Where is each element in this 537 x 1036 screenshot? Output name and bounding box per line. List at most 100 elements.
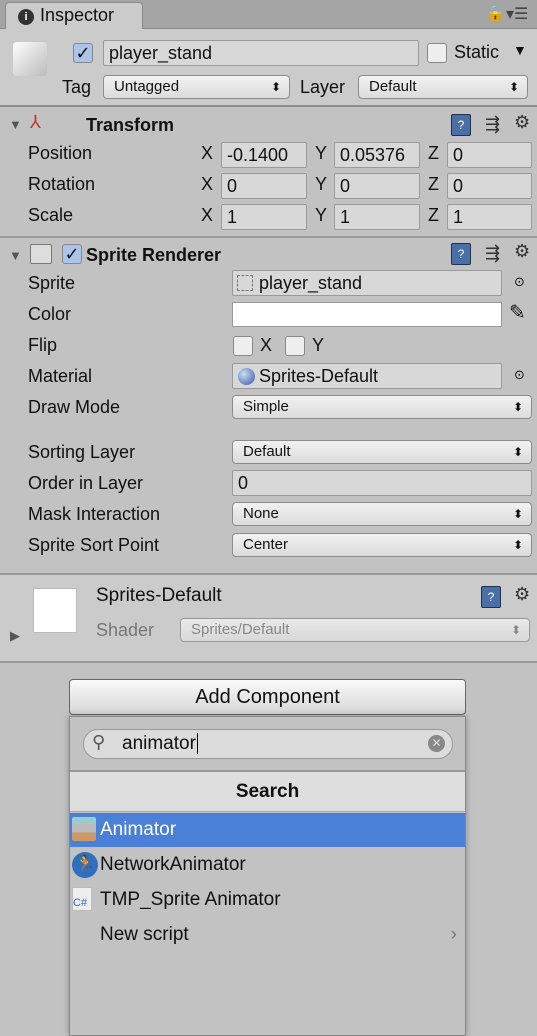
sprite-icon bbox=[237, 275, 253, 291]
flip-label: Flip bbox=[28, 335, 58, 355]
object-name-input[interactable]: player_stand bbox=[103, 40, 419, 66]
axis-label: X bbox=[201, 143, 214, 163]
static-dropdown-arrow[interactable]: ▼ bbox=[513, 42, 527, 58]
scale-z-input[interactable]: 1 bbox=[447, 204, 532, 230]
tag-label: Tag bbox=[62, 77, 92, 97]
static-label: Static bbox=[454, 42, 500, 62]
transform-scale-label: Scale bbox=[28, 205, 74, 225]
search-text: animator bbox=[122, 733, 196, 754]
lock-icon[interactable]: 🔒 bbox=[486, 4, 505, 22]
material-label: Material bbox=[28, 366, 93, 386]
cube-icon bbox=[13, 42, 47, 76]
item-label: Animator bbox=[100, 819, 177, 840]
axis-label: Z bbox=[428, 205, 439, 225]
sprite-label: Sprite bbox=[28, 273, 76, 293]
csharp-script-icon: C# bbox=[72, 887, 92, 911]
transform-position-label: Position bbox=[28, 143, 93, 163]
scale-x-input[interactable]: 1 bbox=[221, 204, 307, 230]
axis-label: Z bbox=[428, 143, 439, 163]
sprite-field[interactable]: player_stand bbox=[232, 270, 502, 296]
component-title: Sprite Renderer bbox=[86, 245, 222, 265]
color-label: Color bbox=[28, 304, 72, 324]
foldout-transform[interactable]: ▼ bbox=[9, 117, 22, 132]
component-item-tmp-sprite-animator[interactable]: C# TMP_Sprite Animator bbox=[70, 883, 465, 917]
component-item-new-script[interactable]: New script › bbox=[70, 918, 465, 952]
mask-interaction-label: Mask Interaction bbox=[28, 504, 161, 524]
material-preview bbox=[33, 588, 77, 633]
flip-x-label: X bbox=[260, 335, 273, 355]
tag-dropdown[interactable]: Untagged bbox=[103, 75, 290, 99]
item-label: NetworkAnimator bbox=[100, 854, 246, 875]
flip-y-checkbox[interactable] bbox=[285, 336, 305, 356]
axis-label: Y bbox=[315, 143, 328, 163]
animator-icon bbox=[72, 817, 96, 841]
axis-label: Z bbox=[428, 174, 439, 194]
rotation-y-input[interactable]: 0 bbox=[334, 173, 420, 199]
foldout-sprite-renderer[interactable]: ▼ bbox=[9, 248, 22, 263]
help-icon[interactable]: ? bbox=[481, 586, 501, 608]
shader-label: Shader bbox=[96, 620, 155, 640]
gear-icon[interactable]: ⚙ bbox=[514, 241, 530, 262]
transform-rotation-label: Rotation bbox=[28, 174, 96, 194]
component-item-animator[interactable]: Animator bbox=[70, 813, 465, 847]
help-icon[interactable]: ? bbox=[451, 114, 471, 136]
search-icon: ⚲ bbox=[92, 732, 106, 752]
preset-icon[interactable]: ⇶ bbox=[485, 243, 500, 264]
color-swatch[interactable] bbox=[232, 302, 502, 327]
sorting-layer-dropdown[interactable]: Default bbox=[232, 440, 532, 464]
layer-dropdown[interactable]: Default bbox=[358, 75, 528, 99]
axis-label: X bbox=[201, 205, 214, 225]
clear-search-icon[interactable]: ✕ bbox=[428, 735, 445, 752]
order-in-layer-label: Order in Layer bbox=[28, 473, 144, 493]
chevron-right-icon: › bbox=[450, 924, 457, 945]
sprite-sort-point-dropdown[interactable]: Center bbox=[232, 533, 532, 557]
axis-label: Y bbox=[315, 205, 328, 225]
flip-y-label: Y bbox=[312, 335, 325, 355]
material-icon bbox=[238, 368, 255, 385]
axis-label: X bbox=[201, 174, 214, 194]
divider bbox=[0, 236, 537, 238]
network-animator-icon: 🏃 bbox=[72, 852, 98, 878]
draw-mode-dropdown[interactable]: Simple bbox=[232, 395, 532, 419]
eyedropper-icon[interactable]: ✎ bbox=[509, 300, 526, 325]
info-icon: i bbox=[18, 9, 34, 25]
scale-y-input[interactable]: 1 bbox=[334, 204, 420, 230]
position-x-input[interactable]: -0.1400 bbox=[221, 142, 307, 168]
shader-dropdown[interactable]: Sprites/Default bbox=[180, 618, 530, 642]
position-y-input[interactable]: 0.05376 bbox=[334, 142, 420, 168]
rotation-z-input[interactable]: 0 bbox=[447, 173, 532, 199]
material-field[interactable]: Sprites-Default bbox=[232, 363, 502, 389]
order-in-layer-input[interactable]: 0 bbox=[232, 470, 532, 496]
sprite-renderer-enabled-checkbox[interactable]: ✓ bbox=[62, 244, 82, 264]
text-cursor bbox=[196, 733, 198, 754]
menu-icon[interactable]: ▾☰ bbox=[506, 4, 528, 24]
foldout-material[interactable]: ▶ bbox=[10, 628, 20, 644]
item-label: TMP_Sprite Animator bbox=[100, 889, 281, 910]
component-search-input[interactable]: animator bbox=[83, 729, 453, 759]
gear-icon[interactable]: ⚙ bbox=[514, 584, 530, 605]
component-title: Transform bbox=[86, 115, 175, 135]
layer-label: Layer bbox=[300, 77, 346, 97]
axis-label: Y bbox=[315, 174, 328, 194]
preset-icon[interactable]: ⇶ bbox=[485, 114, 500, 135]
flip-x-checkbox[interactable] bbox=[233, 336, 253, 356]
mask-interaction-dropdown[interactable]: None bbox=[232, 502, 532, 526]
divider bbox=[0, 661, 537, 663]
object-picker-icon[interactable]: ⊙ bbox=[514, 274, 525, 290]
tab-inspector[interactable]: i Inspector bbox=[5, 2, 143, 30]
draw-mode-label: Draw Mode bbox=[28, 397, 121, 417]
gear-icon[interactable]: ⚙ bbox=[514, 112, 530, 133]
rotation-x-input[interactable]: 0 bbox=[221, 173, 307, 199]
add-component-button[interactable]: Add Component bbox=[69, 679, 466, 715]
transform-icon: ⅄ bbox=[30, 112, 41, 132]
sprite-renderer-icon bbox=[30, 244, 52, 264]
component-item-networkanimator[interactable]: 🏃 NetworkAnimator bbox=[70, 848, 465, 882]
static-checkbox[interactable] bbox=[427, 43, 447, 63]
item-label: New script bbox=[100, 924, 189, 945]
object-picker-icon[interactable]: ⊙ bbox=[514, 367, 525, 383]
help-icon[interactable]: ? bbox=[451, 243, 471, 265]
active-checkbox[interactable]: ✓ bbox=[73, 43, 93, 63]
search-section-header: Search bbox=[70, 770, 465, 812]
position-z-input[interactable]: 0 bbox=[447, 142, 532, 168]
sorting-layer-label: Sorting Layer bbox=[28, 442, 136, 462]
